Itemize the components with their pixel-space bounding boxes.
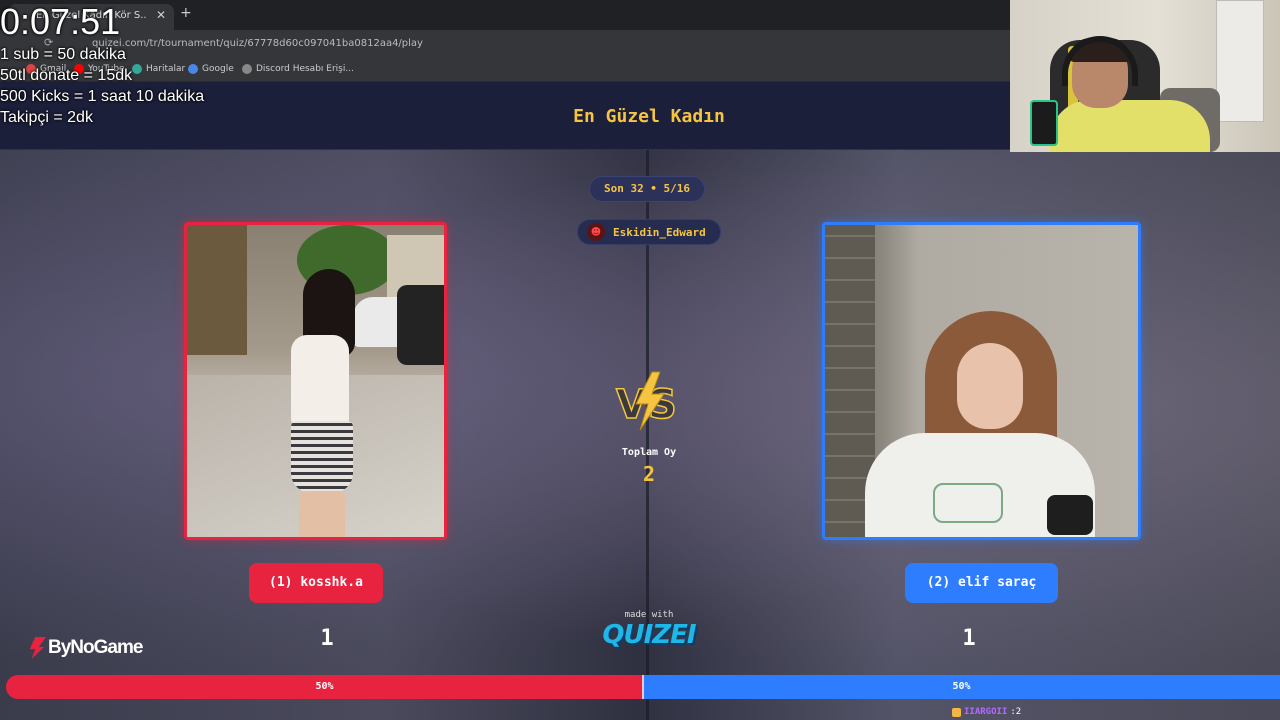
contestant-left-photo <box>187 225 444 537</box>
player-avatar-icon: ☻ <box>587 223 605 241</box>
chat-message: :2 <box>1010 707 1022 717</box>
vote-bar-right-label: 50% <box>952 681 971 692</box>
vote-percentage-bar: 50% 50% <box>6 675 1280 699</box>
sponsor-name: ByNoGame <box>48 637 143 658</box>
vote-bar-separator <box>642 675 644 699</box>
player-name: Eskidin_Edward <box>613 225 706 239</box>
contestant-right-button[interactable]: (2) elif saraç <box>905 563 1058 603</box>
bynogame-icon <box>29 637 46 659</box>
chat-overlay-line: IIARGOII :2 <box>952 705 1021 719</box>
globe-icon <box>242 64 252 74</box>
vs-lightning-icon: V S <box>615 371 678 431</box>
address-bar: ⟳ quizei.com/tr/tournament/quiz/67778d60… <box>0 30 1010 58</box>
stream-timer: 0:07:51 <box>0 1 121 42</box>
microphone <box>1030 100 1058 146</box>
overlay-rule-kicks: 500 Kicks = 1 saat 10 dakika <box>0 88 205 105</box>
contestant-right-card[interactable] <box>822 222 1141 540</box>
google-icon <box>188 64 198 74</box>
vote-bar-left-label: 50% <box>315 681 334 692</box>
overlay-rule-sub: 1 sub = 50 dakika <box>0 46 126 63</box>
round-indicator: Son 32 • 5/16 <box>589 176 705 202</box>
overlay-rule-follow: Takipçi = 2dk <box>0 109 93 126</box>
contestant-left-card[interactable] <box>184 222 447 540</box>
bookmark-maps[interactable]: Haritalar <box>132 64 185 74</box>
chat-username: IIARGOII <box>964 707 1008 717</box>
url-field[interactable]: quizei.com/tr/tournament/quiz/67778d60c0… <box>92 38 423 49</box>
total-votes-value: 2 <box>642 462 656 486</box>
bookmarks-bar: Gmail YouTube Haritalar Google Discord H… <box>0 58 1010 82</box>
sponsor-logo: ByNoGame <box>28 637 143 659</box>
player-badge: ☻ Eskidin_Edward <box>577 219 721 245</box>
bookmark-discord[interactable]: Discord Hesabı Erişi... <box>242 64 354 74</box>
new-tab-icon[interactable]: + <box>180 5 192 21</box>
contestant-left-button[interactable]: (1) kosshk.a <box>249 563 383 603</box>
maps-icon <box>132 64 142 74</box>
bookmark-google[interactable]: Google <box>188 64 234 74</box>
contestant-left-score: 1 <box>320 626 334 651</box>
close-tab-icon[interactable]: ✕ <box>156 8 166 22</box>
contestant-right-photo <box>825 225 1138 537</box>
made-with-label: made with <box>624 610 674 620</box>
total-votes-label: Toplam Oy <box>621 447 677 458</box>
overlay-rule-donate: 50tl donate = 15dk <box>0 67 133 84</box>
quizei-logo[interactable]: QUIZEI <box>590 620 708 650</box>
contestant-right-score: 1 <box>962 626 976 651</box>
webcam-feed <box>1010 0 1280 152</box>
browser-tab-bar: En Güzel Kadın Kör S... ✕ + <box>0 0 1010 30</box>
chat-badge-icon <box>952 707 961 717</box>
